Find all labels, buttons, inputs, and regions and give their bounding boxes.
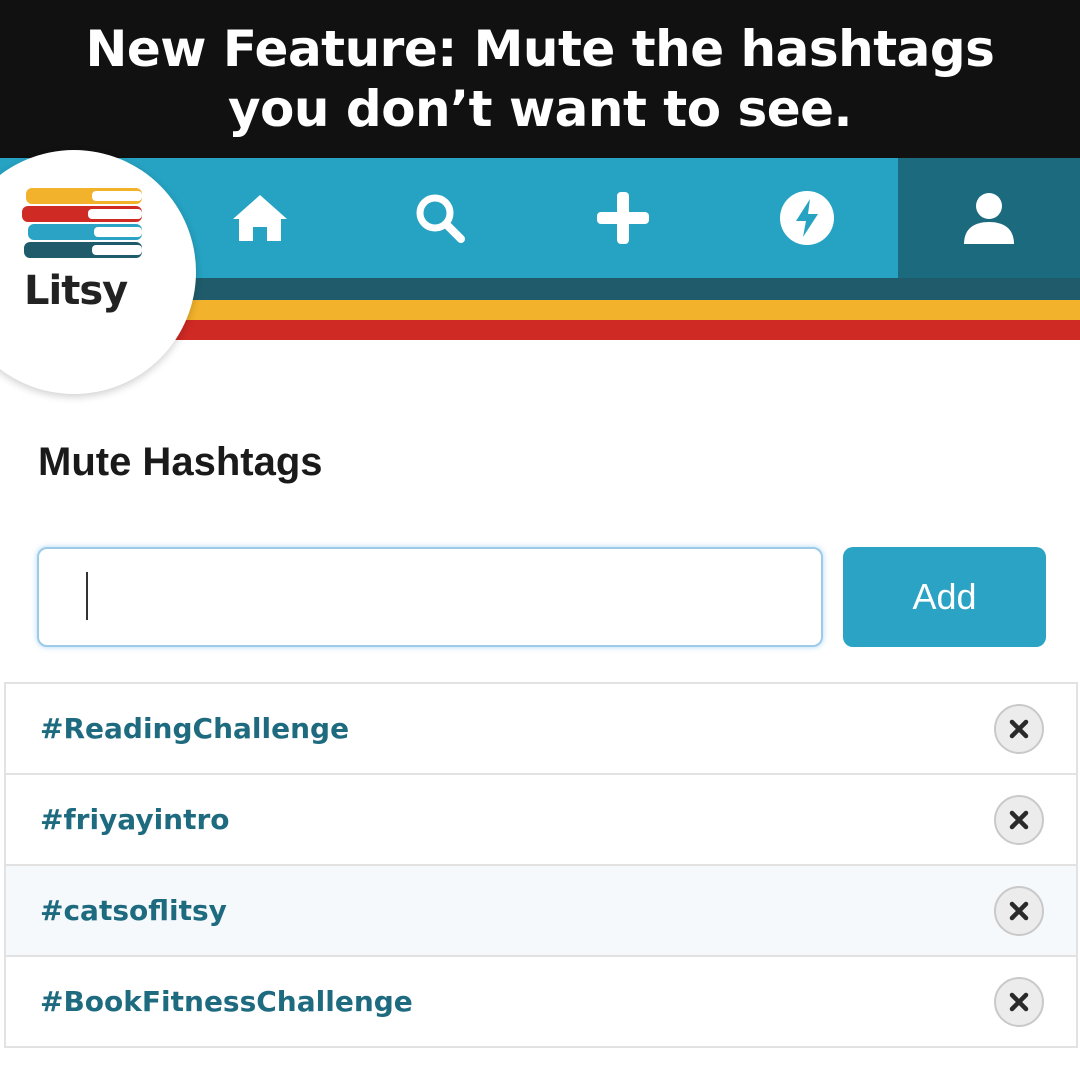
hashtag-row: #catsoflitsy [4,866,1078,957]
nav-add-post-button[interactable] [578,158,668,278]
plus-icon [597,192,649,244]
feature-banner: New Feature: Mute the hashtags you don’t… [0,0,1080,158]
close-icon [1009,810,1029,829]
nav-profile-button[interactable] [944,158,1034,278]
hashtag-row: #ReadingChallenge [4,684,1078,775]
nav-search-button[interactable] [395,158,485,278]
close-icon [1009,992,1029,1011]
home-icon [233,195,287,241]
hashtag-label: #ReadingChallenge [40,712,350,745]
hashtag-input[interactable] [37,547,823,647]
litsy-logo-text: Litsy [24,268,128,314]
remove-hashtag-button[interactable] [994,703,1044,754]
remove-hashtag-button[interactable] [994,885,1044,936]
hashtag-row: #BookFitnessChallenge [4,957,1078,1048]
profile-icon [964,193,1014,244]
muted-hashtag-list: #ReadingChallenge #friyayintro #catsofli… [4,682,1078,1048]
hashtag-label: #friyayintro [40,803,230,836]
banner-line-2: you don’t want to see. [227,80,853,138]
banner-line-1: New Feature: Mute the hashtags [85,20,995,78]
litsy-books-logo-icon [22,188,142,258]
page-title: Mute Hashtags [38,440,323,484]
nav-home-button[interactable] [215,158,305,278]
remove-hashtag-button[interactable] [994,976,1044,1027]
hashtag-label: #catsoflitsy [40,894,227,927]
remove-hashtag-button[interactable] [994,794,1044,845]
nav-activity-button[interactable] [762,158,852,278]
hashtag-label: #BookFitnessChallenge [40,985,413,1018]
text-caret [86,572,88,620]
search-icon [416,194,465,243]
lightning-bolt-icon [780,191,834,245]
close-icon [1009,901,1029,920]
add-hashtag-button[interactable]: Add [843,547,1046,647]
close-icon [1009,719,1029,738]
hashtag-row: #friyayintro [4,775,1078,866]
